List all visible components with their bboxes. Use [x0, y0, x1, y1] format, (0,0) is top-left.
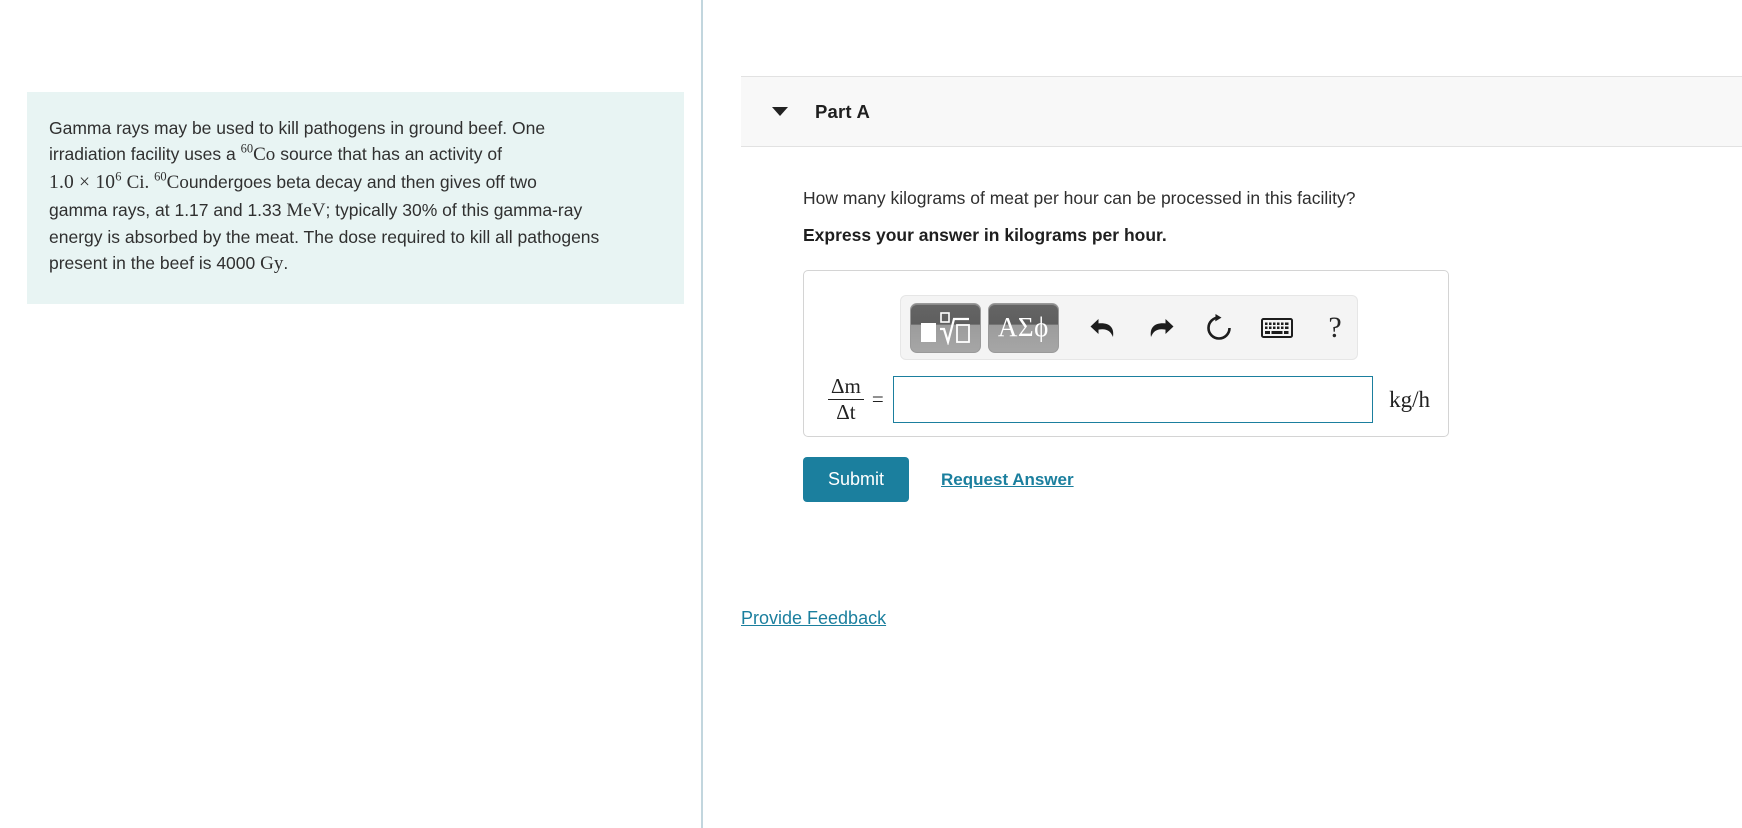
math-toolbar: ΑΣϕ ?: [900, 295, 1358, 360]
problem-line-1: Gamma rays may be used to kill pathogens…: [49, 118, 546, 138]
answer-input[interactable]: [892, 376, 1374, 423]
question-text: How many kilograms of meat per hour can …: [803, 188, 1356, 208]
problem-line-2b: source that has an activity of: [280, 144, 502, 165]
page-title: Part A: [815, 100, 871, 122]
isotope-cobalt-60-b: 60Co: [154, 169, 189, 193]
isotope-symbol-b: Co: [166, 171, 189, 193]
part-a-body: How many kilograms of meat per hour can …: [741, 147, 1742, 502]
isotope-symbol-a: Co: [253, 144, 276, 166]
request-answer-link[interactable]: Request Answer: [941, 470, 1074, 490]
problem-line-3b: undergoes beta decay and then gives off …: [188, 171, 537, 192]
answer-widget: ΑΣϕ ? Δm Δt = kg/h: [803, 270, 1449, 437]
instruction-text: Express your answer in kilograms per hou…: [803, 225, 1167, 245]
activity-exponent: 6: [115, 169, 122, 184]
keyboard-icon: [1260, 317, 1293, 338]
isotope-cobalt-60-a: 60Co: [240, 142, 276, 166]
problem-pane: Gamma rays may be used to kill pathogens…: [0, 0, 703, 828]
problem-line-5: energy is absorbed by the meat. The dose…: [49, 226, 600, 247]
template-math-icon: [921, 311, 971, 345]
help-button[interactable]: ?: [1313, 307, 1357, 349]
submit-button[interactable]: Submit: [803, 457, 910, 502]
page-root: Gamma rays may be used to kill pathogens…: [0, 0, 1742, 828]
greek-symbols-button[interactable]: ΑΣϕ: [987, 302, 1059, 353]
dose-unit: Gy: [260, 253, 284, 275]
reset-button[interactable]: [1197, 307, 1241, 349]
answer-pane: Part A How many kilograms of meat per ho…: [705, 0, 1742, 828]
problem-statement-text: Gamma rays may be used to kill pathogens…: [49, 116, 662, 278]
energy-unit: MeV: [286, 200, 326, 222]
undo-icon: [1090, 318, 1114, 337]
provide-feedback-link[interactable]: Provide Feedback: [741, 608, 886, 629]
undo-button[interactable]: [1081, 307, 1125, 349]
answer-entry-row: Δm Δt = kg/h: [828, 371, 1430, 428]
problem-line-4b: ; typically 30% of this gamma-ray: [325, 200, 583, 221]
activity-value: 1.0 × 106: [49, 169, 122, 193]
answer-variable-numerator: Δm: [831, 373, 861, 398]
redo-button[interactable]: [1139, 307, 1183, 349]
answer-unit-label: kg/h: [1389, 386, 1430, 412]
isotope-mass-number-b: 60: [154, 169, 167, 184]
answer-variable-denominator: Δt: [828, 398, 864, 425]
isotope-mass-number-a: 60: [240, 142, 254, 157]
reset-icon: [1207, 313, 1231, 340]
problem-line-2a: irradiation facility uses a: [49, 144, 236, 165]
redo-icon: [1150, 318, 1174, 337]
answer-actions: Submit Request Answer: [803, 457, 1742, 502]
problem-line-6a: present in the beef is 4000: [49, 253, 256, 274]
activity-mantissa: 1.0 × 10: [49, 171, 116, 193]
answer-variable-label: Δm Δt: [828, 373, 864, 425]
activity-unit: Ci.: [126, 171, 150, 193]
problem-line-6b: .: [283, 253, 289, 274]
problem-line-4a: gamma rays, at 1.17 and 1.33: [49, 200, 282, 221]
equals-sign: =: [871, 387, 884, 411]
keyboard-button[interactable]: [1255, 307, 1299, 349]
template-math-button[interactable]: [910, 302, 981, 353]
part-a-header[interactable]: Part A: [741, 76, 1742, 147]
greek-symbols-label: ΑΣϕ: [997, 312, 1049, 342]
chevron-down-icon[interactable]: [772, 107, 788, 116]
problem-statement-card: Gamma rays may be used to kill pathogens…: [27, 92, 684, 304]
